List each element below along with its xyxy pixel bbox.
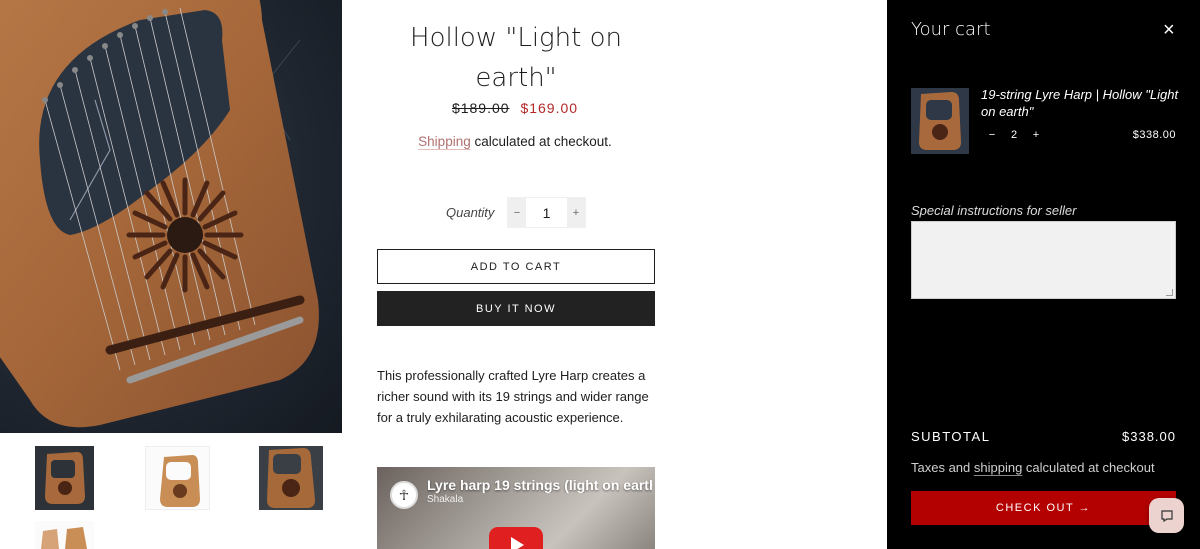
video-embed[interactable]: ☥ Lyre harp 19 strings (light on earth S… — [377, 467, 655, 549]
channel-avatar[interactable]: ☥ — [390, 481, 418, 509]
price-row: $189.00 $169.00 — [343, 100, 687, 116]
video-title[interactable]: Lyre harp 19 strings (light on earth — [427, 477, 652, 493]
cart-item-image[interactable] — [911, 88, 969, 154]
quantity-input[interactable]: 1 — [526, 198, 567, 227]
sale-price: $169.00 — [520, 100, 579, 116]
cart-item-price: $338.00 — [1132, 129, 1176, 141]
thumbnail-2[interactable] — [145, 446, 210, 510]
product-title-line1: Hollow "Light on — [410, 23, 622, 53]
cart-item-title[interactable]: 19-string Lyre Harp | Hollow "Light on e… — [981, 86, 1181, 120]
thumbnail-image — [35, 521, 94, 549]
quantity-decrease-button[interactable]: − — [508, 198, 526, 227]
shipping-note: Shipping calculated at checkout. — [343, 134, 687, 149]
product-title-partial — [512, 0, 520, 13]
taxes-shipping-link[interactable]: shipping — [974, 460, 1022, 475]
chat-bubble-glyph — [1160, 509, 1173, 522]
product-details: Hollow "Light on earth" $189.00 $169.00 … — [343, 0, 687, 549]
thumbnail-image — [146, 447, 209, 509]
lyre-harp-image — [0, 0, 319, 428]
subtotal-value: $338.00 — [1122, 429, 1176, 444]
quantity-stepper: − 1 + — [507, 197, 586, 228]
add-to-cart-button[interactable]: ADD TO CART — [377, 249, 655, 284]
quantity-increase-button[interactable]: + — [567, 198, 585, 227]
product-title-line2: earth" — [475, 63, 557, 93]
buy-now-button[interactable]: BUY IT NOW — [377, 291, 655, 326]
close-icon[interactable]: × — [1163, 19, 1175, 41]
thumbnail-4[interactable] — [35, 521, 94, 549]
quantity-label: Quantity — [446, 205, 495, 220]
shipping-link[interactable]: Shipping — [418, 134, 471, 149]
cart-item-increase-button[interactable]: + — [1025, 129, 1047, 141]
thumbnail-3[interactable] — [259, 446, 323, 510]
cart-drawer: Your cart × 19-string Lyre Harp | Hollow… — [887, 0, 1200, 549]
product-description: This professionally crafted Lyre Harp cr… — [377, 368, 649, 425]
checkout-button[interactable]: CHECK OUT → — [911, 491, 1176, 525]
original-price: $189.00 — [451, 100, 510, 116]
play-icon[interactable] — [489, 527, 543, 549]
thumbnail-image — [35, 446, 94, 510]
seller-notes-textarea[interactable] — [911, 221, 1176, 299]
cart-item-thumbnail — [911, 88, 969, 154]
product-main-image[interactable] — [0, 0, 342, 433]
notes-label: Special instructions for seller — [911, 203, 1077, 218]
chat-icon[interactable] — [1149, 498, 1184, 533]
cart-item-decrease-button[interactable]: − — [981, 129, 1003, 141]
taxes-suffix: calculated at checkout — [1022, 460, 1155, 475]
taxes-prefix: Taxes and — [911, 460, 974, 475]
product-title: Hollow "Light on earth" — [377, 0, 655, 98]
thumbnail-image — [259, 446, 323, 510]
taxes-note: Taxes and shipping calculated at checkou… — [911, 460, 1155, 475]
cart-item-quantity-value[interactable]: 2 — [1003, 129, 1025, 141]
thumbnail-strip — [0, 433, 342, 549]
shipping-text: calculated at checkout. — [470, 134, 612, 149]
thumbnail-1[interactable] — [35, 446, 94, 510]
video-channel: Shakala — [427, 494, 464, 505]
subtotal-label: SUBTOTAL — [911, 429, 991, 444]
cart-item-quantity: − 2 + — [981, 129, 1047, 141]
cart-title: Your cart — [911, 19, 991, 40]
